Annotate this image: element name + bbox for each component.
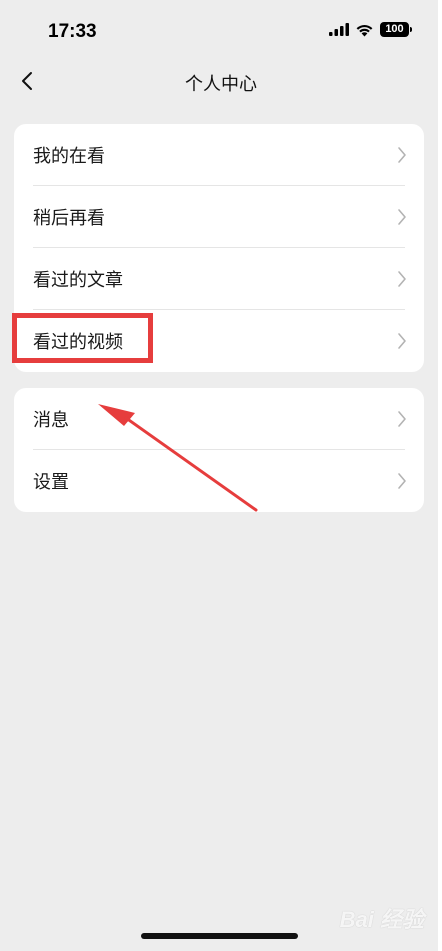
menu-item-viewed-articles[interactable]: 看过的文章 [14, 248, 424, 310]
menu-item-my-watching[interactable]: 我的在看 [14, 124, 424, 186]
signal-icon [329, 23, 349, 36]
status-icons: 100 [329, 22, 412, 37]
status-time: 17:33 [48, 21, 97, 42]
watermark: Bai 经验 [339, 907, 424, 932]
menu-item-watch-later[interactable]: 稍后再看 [14, 186, 424, 248]
menu-item-label: 设置 [33, 472, 69, 493]
highlight-box [12, 313, 153, 363]
menu-item-label: 消息 [33, 410, 69, 431]
battery-icon: 100 [380, 22, 412, 37]
battery-tip [410, 27, 412, 32]
menu-item-label: 看过的文章 [33, 270, 123, 291]
menu-item-settings[interactable]: 设置 [14, 450, 424, 512]
chevron-right-icon [398, 411, 406, 427]
menu-group-2: 消息 设置 [14, 388, 424, 512]
chevron-right-icon [398, 209, 406, 225]
chevron-right-icon [398, 473, 406, 489]
chevron-right-icon [398, 271, 406, 287]
screen-edge [438, 0, 442, 951]
chevron-right-icon [398, 147, 406, 163]
home-indicator[interactable] [141, 933, 298, 939]
menu-item-messages[interactable]: 消息 [14, 388, 424, 450]
menu-item-label: 稍后再看 [33, 208, 105, 229]
menu-item-label: 我的在看 [33, 146, 105, 167]
wifi-icon [356, 24, 373, 36]
battery-level: 100 [380, 22, 409, 37]
page-title: 个人中心 [185, 74, 257, 95]
chevron-right-icon [398, 333, 406, 349]
